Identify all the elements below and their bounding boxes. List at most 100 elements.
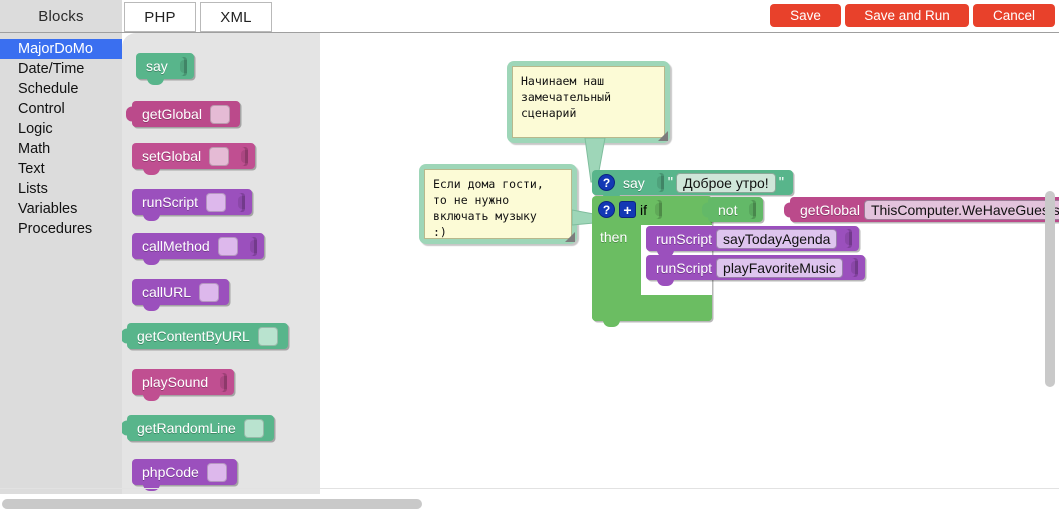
blockly-workspace-canvas[interactable]: Начинаем наш замечательный сценарий Если… [320,33,1059,494]
block-bottom-notch [147,78,164,85]
comment-balloon-top[interactable]: Начинаем наш замечательный сценарий [507,61,670,143]
global-name-field[interactable]: ThisComputer.WeHaveGuests [863,199,1059,220]
say-text-field[interactable]: Доброе утро! [676,172,776,193]
sidebar-item-logic[interactable]: Logic [0,119,122,139]
palette-block-socket[interactable] [234,192,246,212]
top-bar: Blocks PHP XML Save Save and Run Cancel [0,0,1059,32]
panel-divider [0,488,1059,489]
palette-block-field[interactable] [209,104,230,124]
palette-block-getRandomLine[interactable]: getRandomLine [122,415,274,441]
sidebar-item-text[interactable]: Text [0,159,122,179]
if-condition-socket[interactable] [651,200,662,219]
run-script-socket-1[interactable] [841,229,853,248]
block-left-plug [122,420,128,436]
palette-block-field[interactable] [206,462,227,482]
block-bottom-notch [143,258,160,265]
tab-xml[interactable]: XML [200,2,272,32]
if-bottom-notch [603,320,620,327]
help-badge-say[interactable]: ? [598,174,615,191]
tab-php[interactable]: PHP [124,2,196,32]
sidebar-item-control[interactable]: Control [0,99,122,119]
horizontal-scrollbar-thumb[interactable] [2,499,422,509]
sidebar-item-lists[interactable]: Lists [0,179,122,199]
not-value-socket[interactable] [745,200,757,219]
block-palette-flyout[interactable]: say getGlobal setGlobal runScript callMethod… [122,33,320,494]
run-script-socket-2[interactable] [846,258,858,277]
palette-block-phpCode[interactable]: phpCode [132,459,237,491]
run-script-value-2[interactable]: playFavoriteMusic [716,257,843,278]
sidebar-item-schedule[interactable]: Schedule [0,79,122,99]
comment-balloon-top-text[interactable]: Начинаем наш замечательный сценарий [512,66,665,138]
block-bottom-notch [143,168,160,175]
say-value-socket[interactable] [652,173,664,192]
palette-block-field[interactable] [209,146,230,166]
palette-block-socket[interactable] [237,146,249,166]
comment-resize-handle[interactable] [658,131,668,141]
vertical-scrollbar-thumb[interactable] [1045,191,1055,387]
tab-php-label: PHP [144,8,176,26]
palette-block-field[interactable] [257,326,278,346]
palette-block-playSound[interactable]: playSound [132,369,235,401]
blockly-editor-window: Blocks PHP XML Save Save and Run Cancel … [0,0,1059,511]
palette-block-label: getRandomLine [137,420,236,436]
comment-balloon-left-text[interactable]: Если дома гости, то не нужно включать му… [424,169,572,239]
not-block[interactable]: not [708,197,764,222]
sidebar-item-majordomo[interactable]: MajorDoMo [0,39,122,59]
cancel-button[interactable]: Cancel [973,4,1055,27]
palette-block-label: getContentByURL [137,328,250,344]
horizontal-scrollbar[interactable] [0,499,1041,509]
if-block-footer [592,295,712,327]
palette-block-label: callMethod [142,238,210,254]
sidebar-item-math[interactable]: Math [0,139,122,159]
palette-block-socket[interactable] [175,56,187,76]
palette-block-field[interactable] [206,192,227,212]
tab-xml-label: XML [220,8,252,26]
quote-open: " [667,174,674,191]
sidebar-item-label: Control [18,101,65,117]
run-script-label-1: runScript [656,230,713,247]
palette-block-label: phpCode [142,464,199,480]
mutator-badge-if[interactable]: + [619,201,636,218]
run-script-block-2[interactable]: runScript playFavoriteMusic [646,255,865,286]
palette-block-setGlobal[interactable]: setGlobal [132,143,256,175]
get-global-block[interactable]: getGlobal ThisComputer.WeHaveGuests [790,197,1059,222]
palette-block-say[interactable]: say [136,53,194,85]
sidebar-item-label: Variables [18,201,78,217]
palette-block-callMethod[interactable]: callMethod [132,233,264,265]
if-then-block[interactable]: ? + if then not getGlobal ThisComputer.W… [592,196,1059,327]
say-block[interactable]: ? say " Доброе утро! " [592,170,794,201]
run-script-label-2: runScript [656,259,713,276]
block-bottom-notch [143,304,160,311]
comment-balloon-left[interactable]: Если дома гости, то не нужно включать му… [419,164,577,244]
palette-block-field[interactable] [217,236,238,256]
vertical-scrollbar[interactable] [1045,39,1055,486]
save-and-run-button[interactable]: Save and Run [845,4,969,27]
not-label: not [718,201,738,218]
sidebar-item-procedures[interactable]: Procedures [0,219,122,239]
palette-block-label: runScript [142,194,199,210]
palette-block-runScript[interactable]: runScript [132,189,253,221]
sidebar-item-date-time[interactable]: Date/Time [0,59,122,79]
sidebar-item-label: MajorDoMo [18,41,93,57]
palette-block-field[interactable] [243,418,264,438]
palette-block-getContentByURL[interactable]: getContentByURL [122,323,288,349]
run-script-value-1[interactable]: sayTodayAgenda [716,228,838,249]
palette-block-socket[interactable] [245,236,257,256]
sidebar-item-label: Logic [18,121,53,137]
tab-blocks-label: Blocks [38,7,84,25]
palette-block-socket[interactable] [216,372,228,392]
sidebar-item-label: Text [18,161,45,177]
block-left-plug [122,328,128,344]
palette-block-label: playSound [142,374,209,390]
comment-resize-handle-left[interactable] [565,232,575,242]
sidebar-item-variables[interactable]: Variables [0,199,122,219]
palette-block-callURL[interactable]: callURL [132,279,230,311]
run-script-block-1[interactable]: runScript sayTodayAgenda [646,226,860,257]
help-badge-if[interactable]: ? [598,201,615,218]
tab-blocks[interactable]: Blocks [0,0,122,32]
save-button[interactable]: Save [770,4,841,27]
palette-block-field[interactable] [199,282,220,302]
palette-block-getGlobal[interactable]: getGlobal [126,101,240,127]
then-label: then [600,229,628,245]
block-bottom-notch [143,214,160,221]
